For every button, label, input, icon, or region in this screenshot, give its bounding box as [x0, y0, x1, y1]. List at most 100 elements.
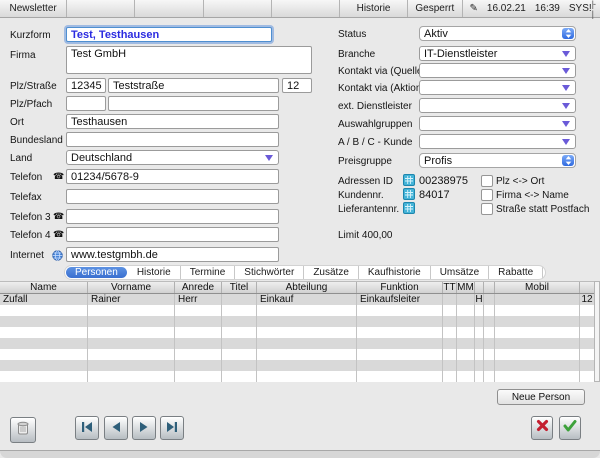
table-cell[interactable] — [484, 338, 495, 349]
column-header[interactable]: Abteilung — [257, 282, 357, 293]
table-empty-row[interactable] — [0, 316, 594, 327]
table-cell[interactable] — [475, 360, 484, 371]
column-header[interactable]: Mobil — [495, 282, 580, 293]
branche-select[interactable]: IT-Dienstleister — [419, 46, 576, 61]
tab-zusaetze[interactable]: Zusätze — [303, 266, 358, 279]
tab-herstellerumsatz[interactable]: Herstellerumsatz — [542, 266, 546, 279]
table-cell[interactable] — [357, 305, 443, 316]
tab-termine[interactable]: Termine — [180, 266, 235, 279]
table-cell[interactable] — [222, 294, 257, 305]
column-header[interactable] — [484, 282, 495, 293]
table-cell[interactable] — [222, 305, 257, 316]
column-header[interactable]: TT — [443, 282, 457, 293]
table-cell[interactable] — [88, 327, 175, 338]
hausnummer-field[interactable]: 12 — [282, 78, 312, 93]
tab-personen[interactable]: Personen — [66, 267, 127, 278]
bundesland-field[interactable] — [66, 132, 279, 147]
table-cell[interactable] — [457, 371, 475, 382]
cancel-button[interactable] — [531, 416, 553, 440]
table-cell[interactable] — [175, 338, 222, 349]
pfach-plz-field[interactable] — [66, 96, 106, 111]
table-cell[interactable] — [484, 349, 495, 360]
column-header[interactable]: Anrede — [175, 282, 222, 293]
status-popup[interactable]: Aktiv — [419, 26, 576, 41]
table-cell[interactable] — [175, 371, 222, 382]
table-cell[interactable] — [484, 294, 495, 305]
table-cell[interactable] — [357, 360, 443, 371]
table-cell[interactable]: Einkauf — [257, 294, 357, 305]
table-cell[interactable] — [88, 338, 175, 349]
table-cell[interactable] — [222, 371, 257, 382]
firma-name-checkbox[interactable] — [481, 189, 493, 201]
table-cell[interactable]: 12 — [580, 294, 594, 305]
table-cell[interactable] — [88, 360, 175, 371]
table-cell[interactable] — [0, 316, 88, 327]
table-cell[interactable] — [457, 349, 475, 360]
table-cell[interactable] — [495, 338, 580, 349]
column-header[interactable] — [580, 282, 594, 293]
telefon3-field[interactable] — [66, 209, 279, 224]
table-cell[interactable] — [580, 338, 594, 349]
table-cell[interactable] — [357, 327, 443, 338]
table-cell[interactable] — [495, 316, 580, 327]
adressen-id-copy-button[interactable] — [403, 174, 415, 186]
table-cell[interactable] — [222, 349, 257, 360]
column-header[interactable] — [475, 282, 484, 293]
table-cell[interactable] — [457, 305, 475, 316]
table-cell[interactable] — [495, 349, 580, 360]
table-cell[interactable] — [222, 316, 257, 327]
confirm-button[interactable] — [559, 416, 581, 440]
table-cell[interactable] — [457, 338, 475, 349]
table-cell[interactable] — [443, 360, 457, 371]
table-empty-row[interactable] — [0, 371, 594, 382]
table-cell[interactable] — [0, 327, 88, 338]
column-header[interactable]: MM — [457, 282, 475, 293]
telefon-field[interactable]: 01234/5678-9 — [66, 169, 279, 184]
table-cell[interactable] — [0, 360, 88, 371]
table-cell[interactable] — [484, 360, 495, 371]
tab-historie[interactable]: Historie — [128, 266, 180, 279]
auswahlgruppen-select[interactable] — [419, 116, 576, 131]
abc-kunde-select[interactable] — [419, 134, 576, 149]
table-cell[interactable] — [475, 338, 484, 349]
table-cell[interactable] — [357, 338, 443, 349]
table-cell[interactable] — [457, 360, 475, 371]
column-header[interactable]: Vorname — [88, 282, 175, 293]
table-cell[interactable] — [222, 338, 257, 349]
table-cell[interactable] — [495, 305, 580, 316]
table-cell[interactable] — [484, 316, 495, 327]
table-cell[interactable] — [580, 327, 594, 338]
next-record-button[interactable] — [132, 416, 156, 440]
table-cell[interactable] — [580, 360, 594, 371]
table-cell[interactable] — [257, 349, 357, 360]
table-cell[interactable] — [495, 371, 580, 382]
table-cell[interactable] — [0, 349, 88, 360]
table-cell[interactable] — [175, 305, 222, 316]
plz-field[interactable]: 12345 — [66, 78, 106, 93]
firma-field[interactable]: Test GmbH — [66, 46, 312, 74]
table-cell[interactable] — [88, 316, 175, 327]
table-cell[interactable] — [88, 305, 175, 316]
table-cell[interactable] — [475, 349, 484, 360]
land-select[interactable]: Deutschland — [66, 150, 279, 165]
tab-rabatte[interactable]: Rabatte — [488, 266, 542, 279]
table-cell[interactable] — [175, 360, 222, 371]
table-cell[interactable] — [475, 371, 484, 382]
table-cell[interactable] — [257, 338, 357, 349]
table-cell[interactable] — [443, 349, 457, 360]
table-cell[interactable]: Rainer — [88, 294, 175, 305]
gesperrt-button[interactable]: Gesperrt — [408, 0, 462, 17]
previous-record-button[interactable] — [104, 416, 128, 440]
table-cell[interactable] — [257, 360, 357, 371]
table-cell[interactable] — [222, 360, 257, 371]
ort-field[interactable]: Testhausen — [66, 114, 279, 129]
table-cell[interactable] — [257, 305, 357, 316]
table-cell[interactable] — [580, 349, 594, 360]
preisgruppe-popup[interactable]: Profis — [419, 153, 576, 168]
table-cell[interactable] — [0, 305, 88, 316]
table-cell[interactable] — [175, 327, 222, 338]
delete-record-button[interactable] — [10, 417, 36, 443]
table-cell[interactable] — [357, 371, 443, 382]
table-cell[interactable] — [443, 371, 457, 382]
table-cell[interactable] — [580, 305, 594, 316]
